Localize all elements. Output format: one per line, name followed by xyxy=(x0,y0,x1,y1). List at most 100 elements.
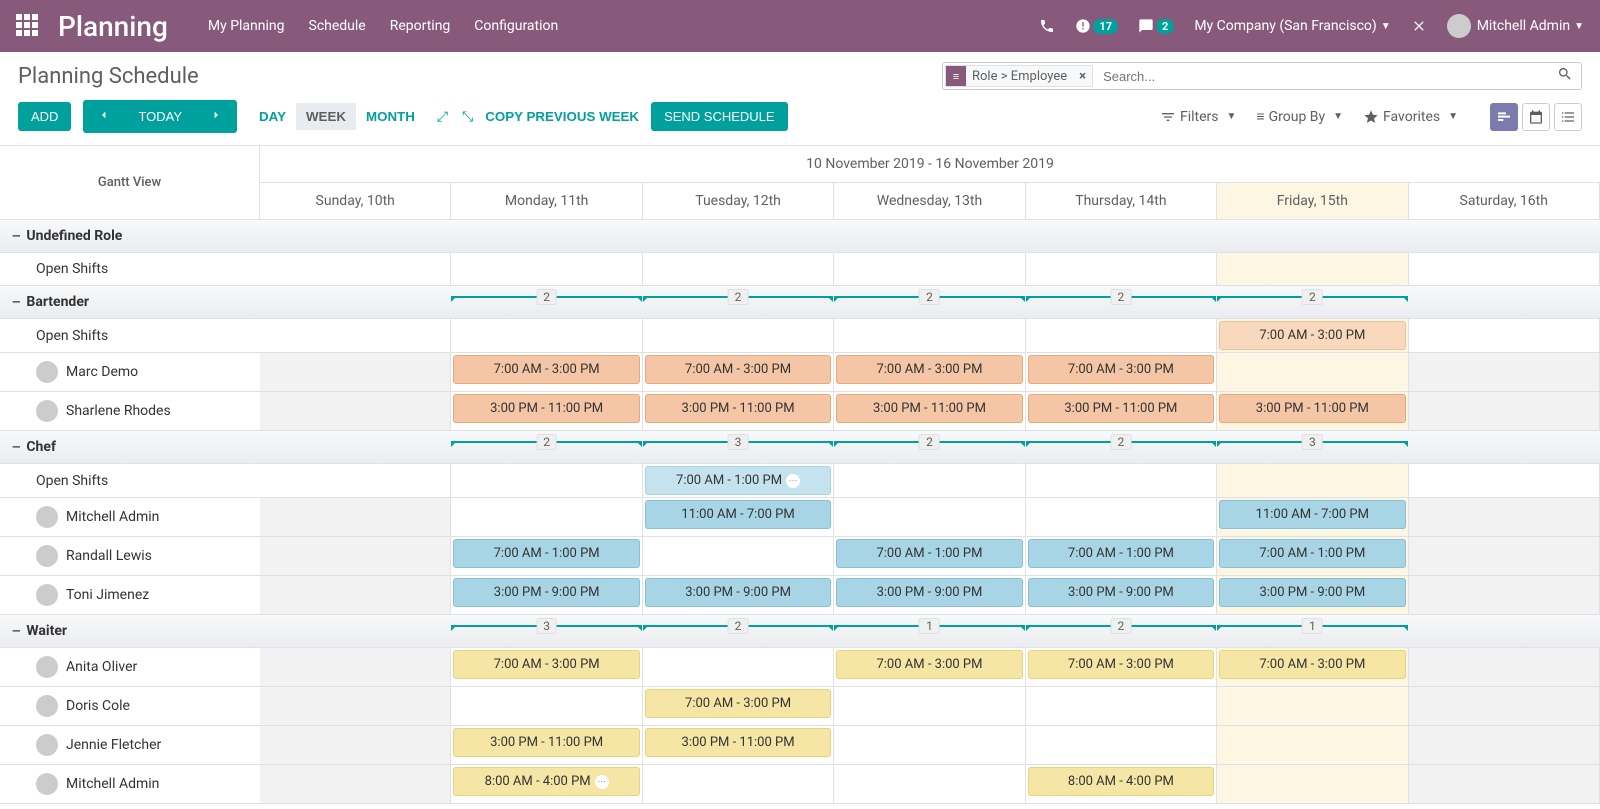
phone-icon[interactable] xyxy=(1039,18,1055,34)
expand-icon[interactable]: ⤢ xyxy=(437,109,448,125)
gantt-cell[interactable] xyxy=(1026,498,1217,536)
gantt-cell[interactable]: 3:00 PM - 11:00 PM xyxy=(1217,392,1408,430)
shift-pill[interactable]: 7:00 AM - 3:00 PM xyxy=(645,689,831,718)
gantt-cell[interactable] xyxy=(834,319,1025,352)
gantt-cell[interactable] xyxy=(260,253,451,285)
gantt-cell[interactable]: 3:00 PM - 11:00 PM xyxy=(1026,392,1217,430)
collapse-icon[interactable]: ⤡ xyxy=(462,109,473,125)
gantt-cell[interactable] xyxy=(834,464,1025,497)
gantt-cell[interactable] xyxy=(260,765,451,803)
gantt-cell[interactable] xyxy=(260,726,451,764)
gantt-cell[interactable] xyxy=(643,648,834,686)
gantt-cell[interactable] xyxy=(1217,765,1408,803)
menu-reporting[interactable]: Reporting xyxy=(390,18,451,34)
gantt-cell[interactable] xyxy=(1026,319,1217,352)
gantt-cell[interactable] xyxy=(1026,253,1217,285)
shift-pill[interactable]: 3:00 PM - 11:00 PM xyxy=(1028,394,1214,423)
today-button[interactable]: TODAY xyxy=(125,100,195,133)
gantt-cell[interactable]: 7:00 AM - 3:00 PM xyxy=(1026,353,1217,391)
gantt-cell[interactable] xyxy=(260,319,451,352)
gantt-cell[interactable]: 3:00 PM - 11:00 PM xyxy=(834,392,1025,430)
gantt-cell[interactable]: 8:00 AM - 4:00 PM⋯ xyxy=(451,765,642,803)
gantt-cell[interactable] xyxy=(1409,576,1600,614)
shift-pill[interactable]: 11:00 AM - 7:00 PM xyxy=(1219,500,1405,529)
shift-pill[interactable]: 3:00 PM - 11:00 PM xyxy=(1219,394,1405,423)
gantt-cell[interactable] xyxy=(643,319,834,352)
gantt-cell[interactable]: 7:00 AM - 3:00 PM xyxy=(643,353,834,391)
shift-pill[interactable]: 3:00 PM - 9:00 PM xyxy=(1219,578,1405,607)
scale-month[interactable]: MONTH xyxy=(356,103,425,130)
shift-pill[interactable]: 3:00 PM - 11:00 PM xyxy=(645,728,831,757)
gantt-cell[interactable] xyxy=(1409,353,1600,391)
gantt-cell[interactable] xyxy=(451,319,642,352)
shift-pill[interactable]: 7:00 AM - 3:00 PM xyxy=(836,650,1022,679)
shift-pill[interactable]: 3:00 PM - 11:00 PM xyxy=(453,394,639,423)
shift-pill[interactable]: 8:00 AM - 4:00 PM xyxy=(1028,767,1214,796)
view-list[interactable] xyxy=(1554,103,1582,131)
gantt-cell[interactable] xyxy=(834,726,1025,764)
gantt-cell[interactable] xyxy=(1409,498,1600,536)
gantt-cell[interactable] xyxy=(1409,648,1600,686)
gantt-cell[interactable]: 7:00 AM - 3:00 PM xyxy=(1217,319,1408,352)
gantt-cell[interactable]: 7:00 AM - 3:00 PM xyxy=(451,648,642,686)
favorites-dropdown[interactable]: Favorites ▼ xyxy=(1363,108,1458,125)
gantt-cell[interactable]: 7:00 AM - 1:00 PM xyxy=(1026,537,1217,575)
gantt-cell[interactable] xyxy=(451,464,642,497)
menu-my-planning[interactable]: My Planning xyxy=(208,18,285,34)
group-row[interactable]: — Waiter32121 xyxy=(0,615,1600,648)
shift-pill[interactable]: 3:00 PM - 9:00 PM xyxy=(836,578,1022,607)
gantt-cell[interactable]: 3:00 PM - 9:00 PM xyxy=(834,576,1025,614)
gantt-cell[interactable] xyxy=(834,253,1025,285)
gantt-cell[interactable]: 3:00 PM - 11:00 PM xyxy=(451,392,642,430)
gantt-cell[interactable]: 7:00 AM - 3:00 PM xyxy=(834,648,1025,686)
shift-pill[interactable]: 7:00 AM - 3:00 PM xyxy=(836,355,1022,384)
gantt-cell[interactable] xyxy=(1026,464,1217,497)
scale-week[interactable]: WEEK xyxy=(296,103,356,130)
shift-pill[interactable]: 3:00 PM - 9:00 PM xyxy=(1028,578,1214,607)
menu-schedule[interactable]: Schedule xyxy=(309,18,366,34)
gantt-cell[interactable] xyxy=(834,687,1025,725)
gantt-cell[interactable] xyxy=(260,498,451,536)
gantt-cell[interactable] xyxy=(1026,726,1217,764)
shift-pill[interactable]: 7:00 AM - 3:00 PM xyxy=(1219,650,1405,679)
gantt-cell[interactable]: 7:00 AM - 3:00 PM xyxy=(834,353,1025,391)
gantt-cell[interactable] xyxy=(451,498,642,536)
prev-button[interactable] xyxy=(83,100,125,133)
shift-pill[interactable]: 8:00 AM - 4:00 PM⋯ xyxy=(453,767,639,796)
facet-remove[interactable]: × xyxy=(1073,69,1092,84)
gantt-cell[interactable]: 3:00 PM - 9:00 PM xyxy=(451,576,642,614)
shift-pill[interactable]: 7:00 AM - 3:00 PM xyxy=(453,650,639,679)
shift-pill[interactable]: 7:00 AM - 3:00 PM xyxy=(1028,650,1214,679)
gantt-cell[interactable]: 3:00 PM - 11:00 PM xyxy=(451,726,642,764)
gantt-cell[interactable] xyxy=(260,537,451,575)
gantt-cell[interactable]: 11:00 AM - 7:00 PM xyxy=(1217,498,1408,536)
gantt-cell[interactable] xyxy=(451,253,642,285)
gantt-cell[interactable] xyxy=(1409,687,1600,725)
shift-pill[interactable]: 7:00 AM - 1:00 PM xyxy=(1219,539,1405,568)
gantt-cell[interactable]: 8:00 AM - 4:00 PM xyxy=(1026,765,1217,803)
gantt-cell[interactable] xyxy=(260,353,451,391)
gantt-cell[interactable]: 7:00 AM - 1:00 PM⋯ xyxy=(643,464,834,497)
search-input[interactable] xyxy=(1095,69,1549,84)
user-menu[interactable]: Mitchell Admin ▼ xyxy=(1447,14,1584,38)
send-schedule-button[interactable]: SEND SCHEDULE xyxy=(651,102,788,131)
gantt-cell[interactable] xyxy=(260,687,451,725)
gantt-cell[interactable] xyxy=(260,648,451,686)
shift-pill[interactable]: 7:00 AM - 3:00 PM xyxy=(453,355,639,384)
group-row[interactable]: — Bartender22222 xyxy=(0,286,1600,319)
view-gantt[interactable] xyxy=(1490,103,1518,131)
gantt-cell[interactable] xyxy=(643,765,834,803)
shift-pill[interactable]: 7:00 AM - 1:00 PM xyxy=(836,539,1022,568)
gantt-cell[interactable] xyxy=(1217,687,1408,725)
gantt-cell[interactable]: 3:00 PM - 9:00 PM xyxy=(1026,576,1217,614)
shift-pill[interactable]: 7:00 AM - 3:00 PM xyxy=(1219,321,1405,350)
gantt-cell[interactable] xyxy=(1409,392,1600,430)
gantt-cell[interactable]: 3:00 PM - 9:00 PM xyxy=(1217,576,1408,614)
gantt-cell[interactable] xyxy=(1409,253,1600,285)
gantt-cell[interactable] xyxy=(260,576,451,614)
gantt-cell[interactable]: 7:00 AM - 3:00 PM xyxy=(643,687,834,725)
groupby-dropdown[interactable]: ≡ Group By ▼ xyxy=(1256,108,1343,125)
menu-configuration[interactable]: Configuration xyxy=(474,18,558,34)
copy-previous-button[interactable]: COPY PREVIOUS WEEK xyxy=(485,109,639,124)
shift-pill[interactable]: 7:00 AM - 1:00 PM xyxy=(453,539,639,568)
